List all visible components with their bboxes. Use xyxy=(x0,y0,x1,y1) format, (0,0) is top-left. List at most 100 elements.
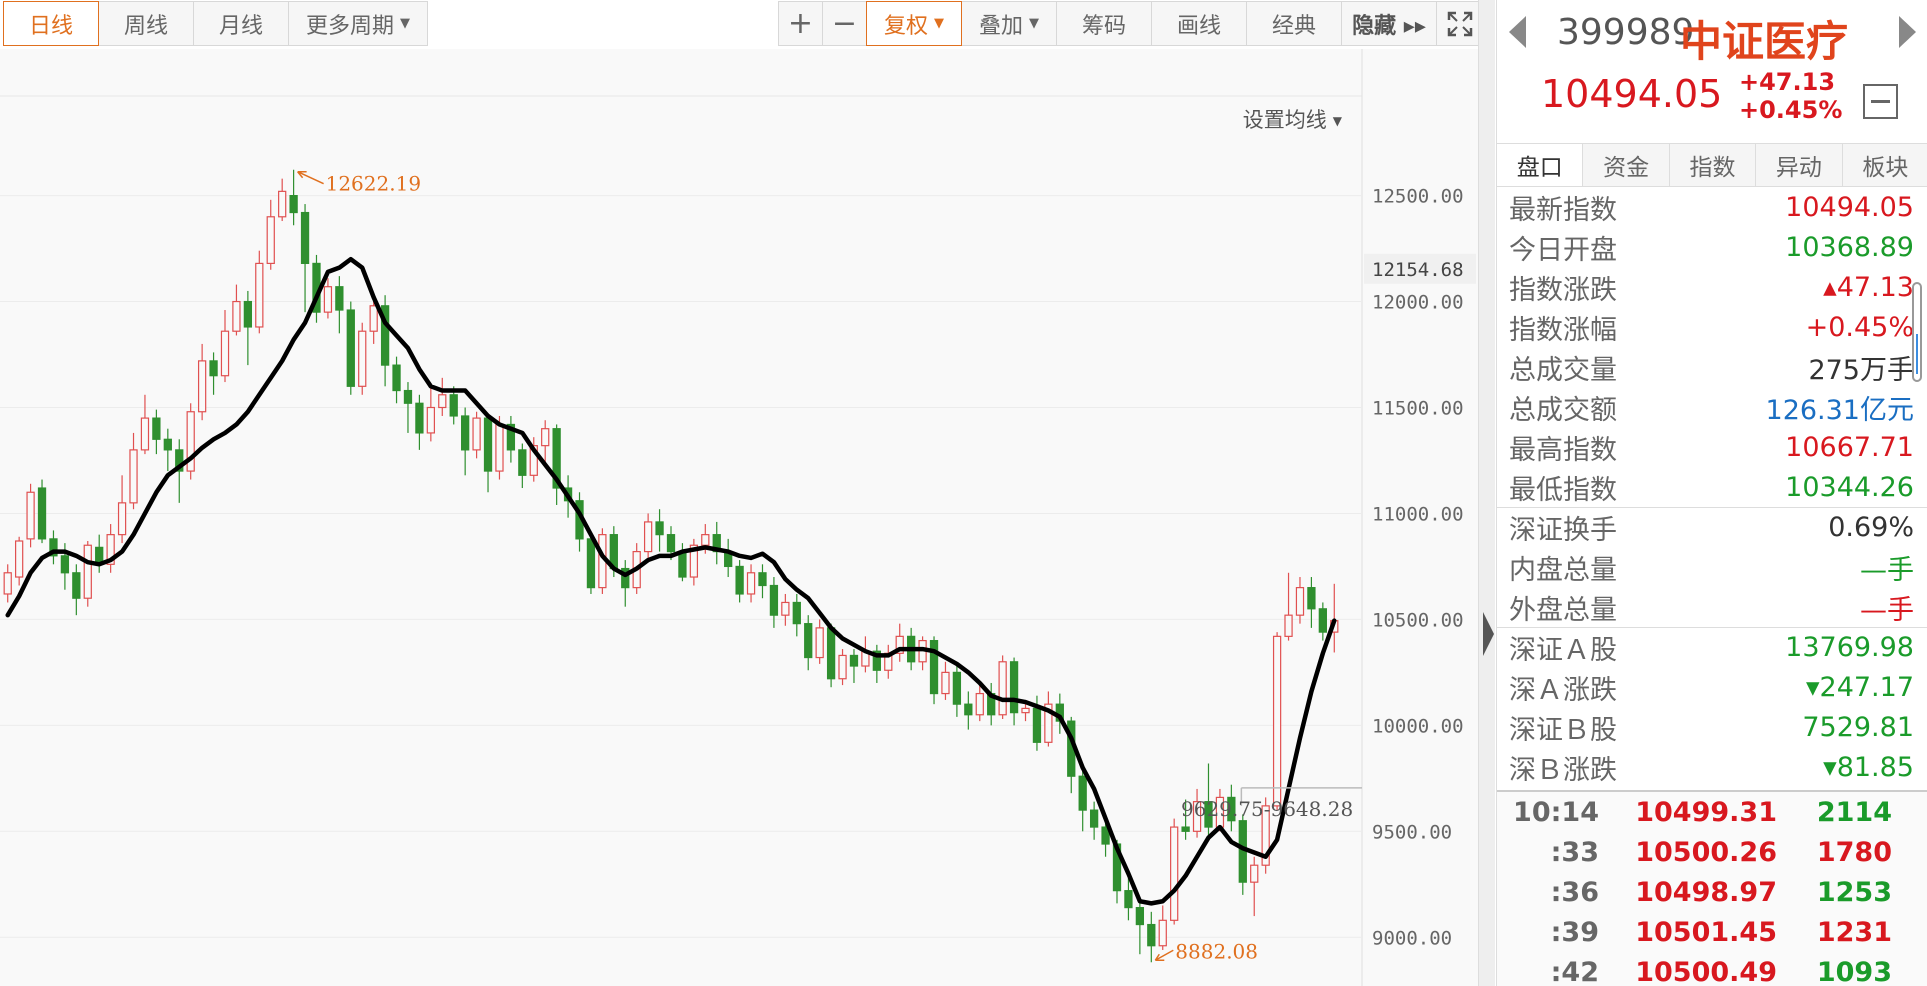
candle-body xyxy=(415,402,424,434)
candle-body xyxy=(220,330,230,377)
tool-buttons: + − 复权 ▼ 叠加 ▼ 筹码 画线 经典 隐藏 ▸▸ xyxy=(778,1,1483,46)
candle-body xyxy=(369,305,378,332)
candle-body xyxy=(826,627,836,680)
tab-capital[interactable]: 资金 xyxy=(1583,144,1670,186)
tab-sector[interactable]: 板块 xyxy=(1843,144,1927,186)
candle-body xyxy=(1078,775,1087,811)
stat-label: 深证换手 xyxy=(1509,515,1617,546)
chips-button[interactable]: 筹码 xyxy=(1056,1,1152,46)
zoom-in-button[interactable]: + xyxy=(778,1,823,46)
chart-toolbar: 日线 周线 月线 更多周期 ▼ + − 复权 ▼ 叠加 ▼ 筹码 画线 经典 隐藏 ▸… xyxy=(0,0,1483,49)
candle-body xyxy=(3,572,12,595)
tab-unusual[interactable]: 异动 xyxy=(1756,144,1843,186)
stat-label: 外盘总量 xyxy=(1509,594,1617,626)
candle-body xyxy=(461,415,470,451)
tick-row: :36 10498.97 1253 xyxy=(1497,872,1927,912)
stat-value: 10344.26 xyxy=(1785,471,1914,503)
classic-button[interactable]: 经典 xyxy=(1246,1,1342,46)
panel-splitter[interactable] xyxy=(1478,0,1495,986)
stat-row: 总成交量 275万手 xyxy=(1497,347,1927,387)
candle-body xyxy=(255,262,264,328)
fullscreen-icon xyxy=(1447,11,1472,36)
stat-row: 深证换手 0.69% xyxy=(1497,507,1927,547)
scrollbar[interactable] xyxy=(1912,282,1922,382)
collapse-arrow-icon[interactable] xyxy=(1483,612,1494,656)
min-price-label: 8882.08 xyxy=(1175,939,1258,963)
next-stock-icon[interactable] xyxy=(1899,16,1916,48)
tab-handicap[interactable]: 盘口 xyxy=(1497,144,1584,186)
stat-row: 最低指数 10344.26 xyxy=(1497,467,1927,507)
candle-body xyxy=(1158,919,1167,947)
stat-row: 指数涨幅 +0.45% xyxy=(1497,307,1927,347)
chart-background xyxy=(0,49,1478,986)
stat-value: 10667.71 xyxy=(1785,431,1914,463)
stat-value: 13769.98 xyxy=(1785,632,1914,663)
tab-weekly[interactable]: 周线 xyxy=(98,1,194,46)
ma-setting-dropdown[interactable]: 设置均线 ▼ xyxy=(1243,104,1342,134)
candle-body xyxy=(266,216,275,265)
candle-body xyxy=(37,487,47,540)
zoom-out-button[interactable]: − xyxy=(822,1,867,46)
hide-button[interactable]: 隐藏 ▸▸ xyxy=(1341,1,1437,46)
ma-setting-label: 设置均线 xyxy=(1242,108,1327,132)
overlay-label: 叠加 xyxy=(978,13,1023,39)
candle-body xyxy=(197,360,207,413)
panel-tabs: 盘口 资金 指数 异动 板块 xyxy=(1497,143,1927,187)
draw-line-button[interactable]: 画线 xyxy=(1151,1,1247,46)
tab-index[interactable]: 指数 xyxy=(1670,144,1757,186)
stat-label: 总成交额 xyxy=(1509,394,1617,426)
y-tick-label: 12000.00 xyxy=(1372,292,1464,314)
candle-body xyxy=(209,360,218,377)
stat-row: 总成交额 126.31亿元 xyxy=(1497,387,1927,427)
y-tick-label: 9000.00 xyxy=(1372,927,1452,949)
fuquan-dropdown[interactable]: 复权 ▼ xyxy=(866,1,962,46)
tab-monthly[interactable]: 月线 xyxy=(193,1,289,46)
stat-row: 最新指数 10494.05 xyxy=(1497,187,1927,227)
y-tick-label: 9500.00 xyxy=(1372,821,1452,843)
quote-header: 399989 中证医疗 xyxy=(1497,0,1927,66)
tick-price: 10500.49 xyxy=(1635,956,1777,986)
candle-body xyxy=(26,491,35,540)
candle-body xyxy=(758,572,767,587)
candle-body xyxy=(152,417,161,440)
kline-chart-area[interactable]: 12500.00 12000.00 11500.00 11000.00 10500.00… xyxy=(0,49,1478,986)
tick-time: 10:14 xyxy=(1513,796,1599,828)
fullscreen-button[interactable] xyxy=(1436,1,1483,46)
candle-body xyxy=(838,654,847,680)
more-periods-dropdown[interactable]: 更多周期 ▼ xyxy=(288,1,428,46)
candle-body xyxy=(15,540,24,578)
candle-body xyxy=(1181,826,1190,832)
candle-body xyxy=(438,394,447,409)
candle-body xyxy=(735,565,744,595)
y-tick-label: 11000.00 xyxy=(1372,503,1464,525)
stat-row: 内盘总量 —手 xyxy=(1497,547,1927,587)
tick-row: 10:14 10499.31 2114 xyxy=(1497,792,1927,832)
candle-body xyxy=(483,417,493,472)
stat-label: 深证Ａ股 xyxy=(1509,635,1617,666)
stat-value: —手 xyxy=(1860,554,1914,586)
tick-volume: 1253 xyxy=(1816,876,1892,908)
tab-daily[interactable]: 日线 xyxy=(3,1,99,46)
candle-body xyxy=(83,544,92,599)
y-tick-label: 11500.00 xyxy=(1372,398,1464,420)
candle-body xyxy=(541,428,550,447)
minimize-button[interactable] xyxy=(1863,84,1898,119)
candle-body xyxy=(678,550,687,578)
candle-body xyxy=(72,572,81,599)
candle-body xyxy=(346,309,355,387)
stat-label: 指数涨幅 xyxy=(1509,314,1617,346)
candle-body xyxy=(392,364,401,392)
tick-time: :39 xyxy=(1550,916,1599,948)
candle-body xyxy=(358,330,367,387)
kline-chart[interactable]: 12500.00 12000.00 11500.00 11000.00 10500.00… xyxy=(0,49,1478,986)
crosshair-value-label: 12154.68 xyxy=(1372,259,1464,281)
candle-body xyxy=(815,627,824,659)
stat-value: 126.31亿元 xyxy=(1765,394,1914,426)
prev-stock-icon[interactable] xyxy=(1509,16,1526,48)
overlay-dropdown[interactable]: 叠加 ▼ xyxy=(961,1,1057,46)
candle-body xyxy=(1135,906,1145,926)
tick-list[interactable]: 10:14 10499.31 2114:33 10500.26 1780:36 10498… xyxy=(1497,790,1927,986)
candle-body xyxy=(952,671,962,705)
stat-row: 最高指数 10667.71 xyxy=(1497,427,1927,467)
stat-row: 深Ａ涨跌 ▾247.17 xyxy=(1497,667,1927,707)
